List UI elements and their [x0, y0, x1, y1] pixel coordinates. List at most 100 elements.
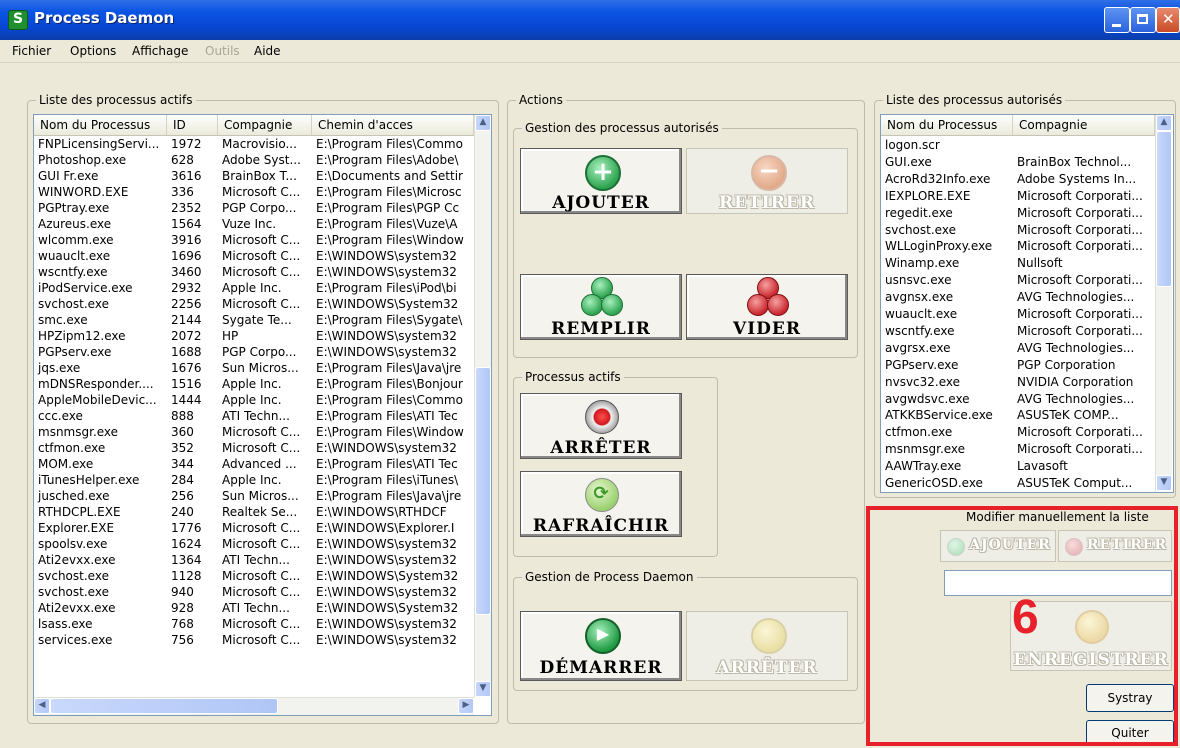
table-row[interactable]: services.exe 756 Microsoft C... E:\WINDOWS\… — [34, 632, 474, 648]
close-button[interactable] — [1156, 7, 1180, 33]
list-item[interactable]: avgrsx.exe AVG Technologies... — [881, 340, 1155, 356]
list-item[interactable]: ATKKBService.exe ASUSTeK COMP... — [881, 407, 1155, 423]
table-row[interactable]: PGPserv.exe 1688 PGP Corpo... E:\WINDOWS\sy… — [34, 344, 474, 360]
active-processes-list[interactable]: Nom du Processus ID Compagnie Chemin d'a… — [33, 114, 492, 716]
auth-scroll-thumb[interactable] — [1156, 131, 1172, 287]
authorized-list-header: Nom du Processus Compagnie — [881, 115, 1155, 136]
menu-fichier[interactable]: Fichier — [12, 44, 51, 58]
column-header-auth-company[interactable]: Compagnie — [1013, 115, 1155, 135]
list-item[interactable]: ctfmon.exe Microsoft Corporati... — [881, 424, 1155, 440]
list-item[interactable]: logon.scr — [881, 137, 1155, 153]
list-item[interactable]: svchost.exe Microsoft Corporati... — [881, 222, 1155, 238]
table-row[interactable]: GUI Fr.exe 3616 BrainBox T... E:\Documents … — [34, 168, 474, 184]
table-row[interactable]: Ati2evxx.exe 1364 ATI Techn... E:\WINDOWS\s… — [34, 552, 474, 568]
column-header-company[interactable]: Compagnie — [218, 115, 312, 135]
table-row[interactable]: FNPLicensingServi... 1972 Macrovisio... E:\… — [34, 136, 474, 152]
list-item[interactable]: PGPserv.exe PGP Corporation — [881, 357, 1155, 373]
table-row[interactable]: Azureus.exe 1564 Vuze Inc. E:\Program Files… — [34, 216, 474, 232]
table-row[interactable]: wscntfy.exe 3460 Microsoft C... E:\WINDOWS\… — [34, 264, 474, 280]
list-item[interactable]: wuauclt.exe Microsoft Corporati... — [881, 306, 1155, 322]
table-row[interactable]: svchost.exe 940 Microsoft C... E:\WINDOWS\s… — [34, 584, 474, 600]
table-row[interactable]: PGPtray.exe 2352 PGP Corpo... E:\Program Fi… — [34, 200, 474, 216]
table-row[interactable]: MOM.exe 344 Advanced ... E:\Program Files\A… — [34, 456, 474, 472]
list-item[interactable]: AcroRd32Info.exe Adobe Systems In... — [881, 171, 1155, 187]
list-item[interactable]: usnsvc.exe Microsoft Corporati... — [881, 272, 1155, 288]
list-item[interactable]: avgnsx.exe AVG Technologies... — [881, 289, 1155, 305]
list-item[interactable]: GenericOSD.exe ASUSTeK Comput... — [881, 475, 1155, 491]
list-item[interactable]: wscntfy.exe Microsoft Corporati... — [881, 323, 1155, 339]
table-row[interactable]: wuauclt.exe 1696 Microsoft C... E:\WINDOWS\… — [34, 248, 474, 264]
scroll-down-button[interactable]: ▼ — [475, 681, 491, 697]
authorized-vertical-scrollbar[interactable]: ▲ ▼ — [1155, 115, 1172, 491]
table-row[interactable]: Explorer.EXE 1776 Microsoft C... E:\WINDOWS… — [34, 520, 474, 536]
auth-scroll-down-button[interactable]: ▼ — [1156, 475, 1172, 491]
refresh-button[interactable]: ⟳ RAFRAÎCHIR — [520, 471, 682, 537]
table-row[interactable]: ctfmon.exe 352 Microsoft C... E:\WINDOWS\sy… — [34, 440, 474, 456]
actions-title: Actions — [516, 93, 566, 107]
table-row[interactable]: HPZipm12.exe 2072 HP E:\WINDOWS\system32 — [34, 328, 474, 344]
table-row[interactable]: svchost.exe 2256 Microsoft C... E:\WINDOWS\… — [34, 296, 474, 312]
column-header-id[interactable]: ID — [167, 115, 218, 135]
scroll-thumb[interactable] — [475, 367, 491, 615]
table-row[interactable]: AppleMobileDevic... 1444 Apple Inc. E:\Prog… — [34, 392, 474, 408]
scroll-right-button[interactable]: ▶ — [458, 698, 474, 714]
table-row[interactable]: jusched.exe 256 Sun Micros... E:\Program Fi… — [34, 488, 474, 504]
list-item[interactable]: nvsvc32.exe NVIDIA Corporation — [881, 374, 1155, 390]
list-item[interactable]: AAWTray.exe Lavasoft — [881, 458, 1155, 474]
list-item[interactable]: regedit.exe Microsoft Corporati... — [881, 205, 1155, 221]
add-authorized-button[interactable]: + AJOUTER — [520, 148, 682, 214]
scroll-up-button[interactable]: ▲ — [475, 115, 491, 131]
table-row[interactable]: spoolsv.exe 1624 Microsoft C... E:\WINDOWS\… — [34, 536, 474, 552]
maximize-button[interactable] — [1130, 7, 1156, 33]
table-cell: 1624 — [171, 537, 202, 551]
menu-outils[interactable]: Outils — [205, 44, 240, 58]
stop-daemon-button[interactable]: ARRÊTER — [686, 611, 848, 681]
table-row[interactable]: ccc.exe 888 ATI Techn... E:\Program Files\A… — [34, 408, 474, 424]
table-row[interactable]: Ati2evxx.exe 928 ATI Techn... E:\WINDOWS\Sy… — [34, 600, 474, 616]
table-row[interactable]: RTHDCPL.EXE 240 Realtek Se... E:\WINDOWS\RT… — [34, 504, 474, 520]
table-row[interactable]: svchost.exe 1128 Microsoft C... E:\WINDOWS\… — [34, 568, 474, 584]
table-row[interactable]: WINWORD.EXE 336 Microsoft C... E:\Program F… — [34, 184, 474, 200]
table-row[interactable]: jqs.exe 1676 Sun Micros... E:\Program Files… — [34, 360, 474, 376]
menu-affichage[interactable]: Affichage — [132, 44, 188, 58]
table-row[interactable]: iPodService.exe 2932 Apple Inc. E:\Program … — [34, 280, 474, 296]
horizontal-scrollbar[interactable]: ◀ ▶ — [34, 697, 474, 715]
table-row[interactable]: lsass.exe 768 Microsoft C... E:\WINDOWS\sys… — [34, 616, 474, 632]
list-item[interactable]: GUI.exe BrainBox Technol... — [881, 154, 1155, 170]
title-bar[interactable]: Process Daemon — [0, 0, 1180, 40]
remove-authorized-button[interactable]: − RETIRER — [686, 148, 848, 214]
authorized-processes-list[interactable]: Nom du Processus Compagnie logon.scr GUI.… — [880, 114, 1174, 493]
table-cell: 3460 — [171, 265, 202, 279]
stop-process-button[interactable]: ARRÊTER — [520, 393, 682, 459]
table-row[interactable]: smc.exe 2144 Sygate Te... E:\Program Files\… — [34, 312, 474, 328]
list-item[interactable]: WLLoginProxy.exe Microsoft Corporati... — [881, 238, 1155, 254]
refresh-label: RAFRAÎCHIR — [532, 516, 670, 536]
table-row[interactable]: msnmsgr.exe 360 Microsoft C... E:\Program F… — [34, 424, 474, 440]
list-cell: AVG Technologies... — [1017, 391, 1135, 406]
table-row[interactable]: mDNSResponder.... 1516 Apple Inc. E:\Progra… — [34, 376, 474, 392]
list-item[interactable]: avgwdsvc.exe AVG Technologies... — [881, 391, 1155, 407]
start-daemon-button[interactable]: ▶ DÉMARRER — [520, 611, 682, 681]
vertical-scrollbar[interactable]: ▲ ▼ — [474, 115, 491, 697]
list-item[interactable]: Winamp.exe Nullsoft — [881, 255, 1155, 271]
auth-scroll-up-button[interactable]: ▲ — [1156, 115, 1172, 131]
list-cell: PGPserv.exe — [885, 357, 959, 372]
column-header-auth-name[interactable]: Nom du Processus — [881, 115, 1013, 135]
table-row[interactable]: iTunesHelper.exe 284 Apple Inc. E:\Program … — [34, 472, 474, 488]
column-header-name[interactable]: Nom du Processus — [34, 115, 167, 135]
table-cell: services.exe — [38, 633, 113, 647]
fill-button[interactable]: REMPLIR — [520, 274, 682, 340]
empty-button[interactable]: VIDER — [686, 274, 848, 340]
menu-options[interactable]: Options — [70, 44, 116, 58]
list-item[interactable]: IEXPLORE.EXE Microsoft Corporati... — [881, 188, 1155, 204]
menu-aide[interactable]: Aide — [254, 44, 281, 58]
list-item[interactable]: msnmsgr.exe Microsoft Corporati... — [881, 441, 1155, 457]
table-cell: wuauclt.exe — [38, 249, 111, 263]
scroll-left-button[interactable]: ◀ — [34, 698, 50, 714]
minimize-button[interactable] — [1104, 7, 1130, 33]
column-header-path[interactable]: Chemin d'acces — [312, 115, 474, 135]
table-row[interactable]: wlcomm.exe 3916 Microsoft C... E:\Program F… — [34, 232, 474, 248]
hscroll-thumb[interactable] — [50, 698, 278, 714]
table-row[interactable]: Photoshop.exe 628 Adobe Syst... E:\Program … — [34, 152, 474, 168]
table-cell: 2352 — [171, 201, 202, 215]
